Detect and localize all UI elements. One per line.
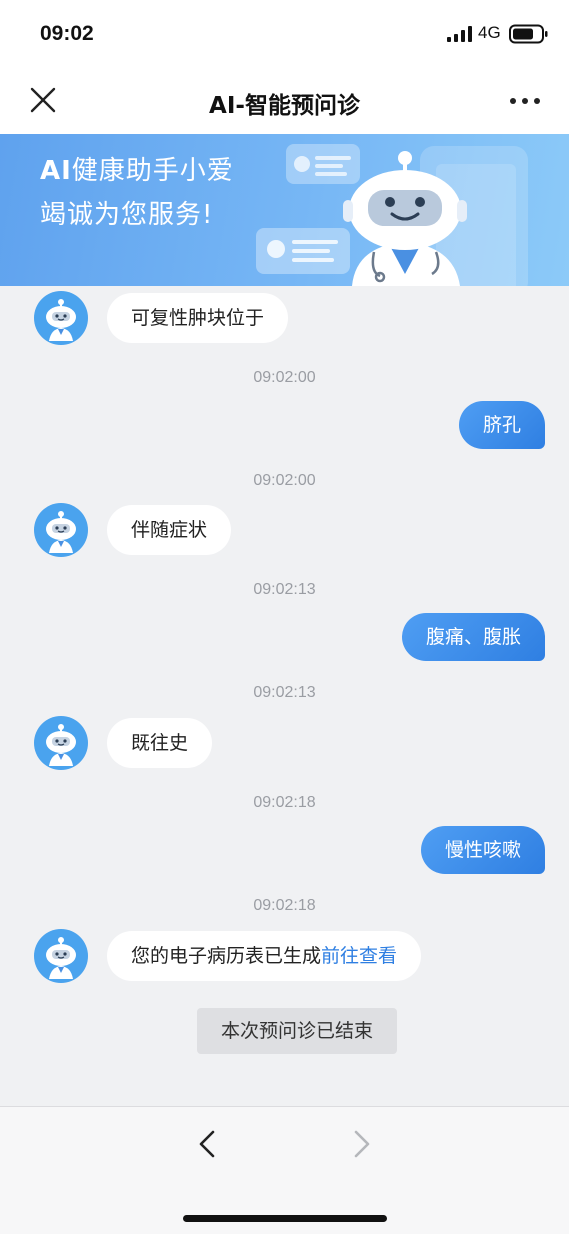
bot-avatar-icon <box>34 291 88 345</box>
back-icon[interactable] <box>195 1129 219 1159</box>
bot-message-bubble: 您的电子病历表已生成前往查看 <box>107 931 422 981</box>
banner-assistant-name: 健康助手小爱 <box>71 156 234 186</box>
user-message-bubble: 慢性咳嗽 <box>420 826 545 874</box>
status-bar: 09:02 4G <box>0 0 569 68</box>
network-label: 4G <box>478 23 501 42</box>
forward-icon[interactable] <box>350 1129 374 1159</box>
banner-title: AI健康助手小爱 <box>40 150 234 187</box>
user-message-bubble: 腹痛、腹胀 <box>401 613 545 661</box>
page-title: AI-智能预问诊 <box>209 93 360 119</box>
more-icon[interactable] <box>509 96 541 106</box>
nav-bar: AI-智能预问诊 <box>0 68 569 134</box>
assistant-banner: AI健康助手小爱 竭诚为您服务! <box>0 134 569 286</box>
home-indicator[interactable] <box>183 1215 387 1222</box>
message-timestamp: 09:02:18 <box>253 897 316 914</box>
bot-message-bubble: 既往史 <box>107 718 213 768</box>
bot-avatar-icon <box>34 716 88 770</box>
status-time: 09:02 <box>40 22 94 45</box>
bottom-navigation-bar <box>0 1106 569 1234</box>
bot-message-bubble: 伴随症状 <box>107 505 232 555</box>
signal-icon <box>447 26 472 42</box>
battery-icon <box>509 24 548 44</box>
record-generated-text: 您的电子病历表已生成 <box>131 945 322 967</box>
message-timestamp: 09:02:13 <box>253 684 316 701</box>
session-ended-notice: 本次预问诊已结束 <box>197 1008 397 1054</box>
view-record-link[interactable]: 前往查看 <box>321 945 397 967</box>
message-timestamp: 09:02:13 <box>253 581 316 598</box>
banner-subtitle: 竭诚为您服务! <box>40 200 214 230</box>
message-timestamp: 09:02:00 <box>253 369 316 386</box>
chat-area[interactable]: 可复性肿块位于 09:02:00 脐孔 09:02:00 伴随症状 09:02:… <box>0 286 569 1106</box>
user-message-bubble: 脐孔 <box>458 401 545 449</box>
robot-doctor-illustration <box>256 144 528 286</box>
bot-avatar-icon <box>34 929 88 983</box>
message-timestamp: 09:02:00 <box>253 472 316 489</box>
bot-message-bubble: 可复性肿块位于 <box>107 293 289 343</box>
bot-avatar-icon <box>34 503 88 557</box>
message-timestamp: 09:02:18 <box>253 794 316 811</box>
banner-ai-label: AI <box>40 156 72 186</box>
